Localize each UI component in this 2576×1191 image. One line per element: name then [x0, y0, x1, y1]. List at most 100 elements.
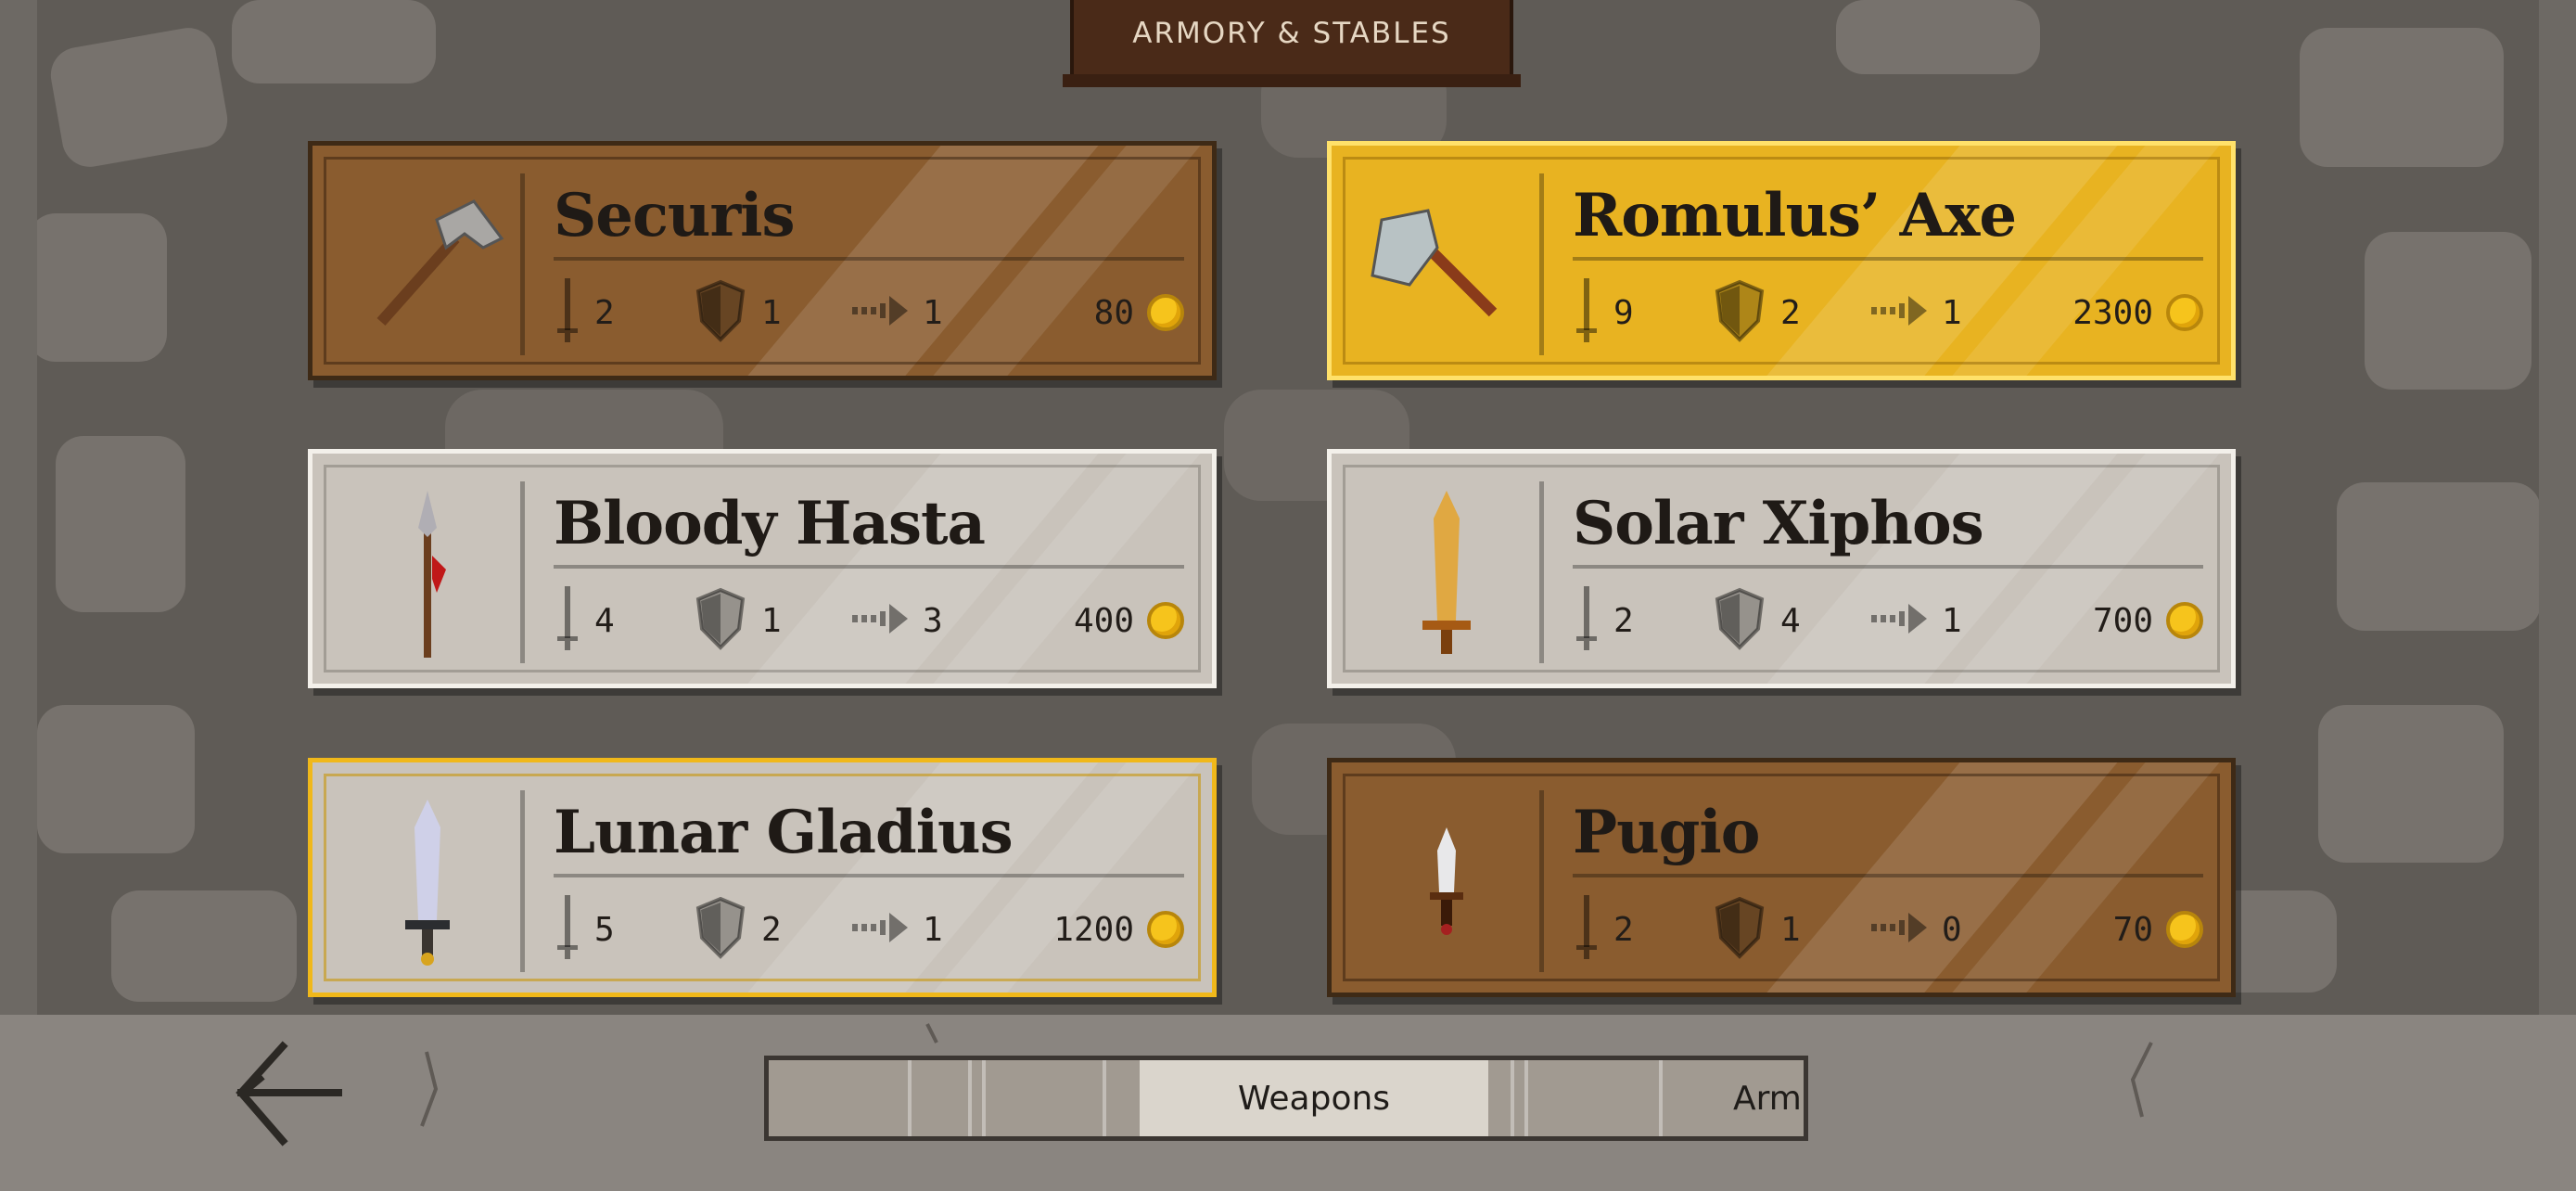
card-divider — [520, 481, 525, 663]
speed-stat: 1 — [850, 280, 943, 345]
shop-item-card[interactable]: Romulus’ Axe 9 2 1 2300 — [1327, 141, 2236, 380]
item-name: Solar Xiphos — [1573, 489, 1984, 558]
attack-stat: 2 — [1573, 586, 1634, 655]
arrow-icon — [1869, 600, 1929, 641]
tab-weapons[interactable]: Weapons — [1140, 1060, 1488, 1136]
attack-stat: 9 — [1573, 278, 1634, 345]
sword-icon — [1573, 586, 1600, 655]
tab-stripe — [1511, 1060, 1514, 1136]
gold-coin-icon — [2166, 294, 2203, 331]
attack-value: 9 — [1613, 293, 1634, 332]
tab-stripe — [982, 1060, 986, 1136]
speed-stat: 1 — [850, 897, 943, 962]
item-name: Romulus’ Axe — [1573, 181, 2017, 250]
name-underline — [554, 565, 1184, 569]
price: 70 — [2113, 897, 2203, 962]
item-stats: 4 1 3 400 — [554, 586, 1184, 655]
item-name: Pugio — [1573, 798, 1760, 867]
page-title: ARMORY & STABLES — [1132, 17, 1451, 50]
card-divider — [1539, 173, 1544, 355]
defense-value: 2 — [761, 910, 782, 949]
shop-item-card[interactable]: Pugio 2 1 0 70 — [1327, 758, 2236, 997]
speed-value: 0 — [1942, 910, 1962, 949]
item-stats: 2 1 0 70 — [1573, 895, 2203, 964]
name-underline — [1573, 874, 2203, 877]
shield-icon — [1712, 586, 1767, 655]
item-name: Lunar Gladius — [554, 798, 1014, 867]
sword-icon — [554, 895, 581, 964]
arrow-icon — [1869, 292, 1929, 333]
attack-value: 2 — [1613, 910, 1634, 949]
item-stats: 9 2 1 2300 — [1573, 278, 2203, 345]
item-name: Bloody Hasta — [554, 489, 986, 558]
price: 2300 — [2072, 280, 2203, 345]
price: 80 — [1094, 280, 1184, 345]
defense-stat: 1 — [693, 586, 782, 655]
tab-stripe — [1659, 1060, 1663, 1136]
price-value: 1200 — [1053, 910, 1134, 949]
name-underline — [1573, 257, 2203, 261]
shop-item-card[interactable]: Securis 2 1 1 80 — [308, 141, 1217, 380]
defense-stat: 1 — [1712, 895, 1801, 964]
gold-coin-icon — [1147, 602, 1184, 639]
shop-item-card[interactable]: Bloody Hasta 4 1 3 400 — [308, 449, 1217, 688]
attack-stat: 2 — [1573, 895, 1634, 964]
price-value: 700 — [2092, 601, 2153, 640]
defense-stat: 1 — [693, 278, 782, 347]
defense-value: 1 — [1780, 910, 1801, 949]
shield-icon — [693, 586, 748, 655]
back-arrow-icon — [236, 1041, 342, 1146]
gold-coin-icon — [2166, 602, 2203, 639]
defense-value: 1 — [761, 601, 782, 640]
name-underline — [1573, 565, 2203, 569]
name-underline — [554, 874, 1184, 877]
attack-value: 4 — [594, 601, 615, 640]
header-plaque: ARMORY & STABLES — [1063, 0, 1521, 87]
price-value: 70 — [2112, 910, 2153, 949]
item-name: Securis — [554, 181, 795, 250]
tab-armor[interactable]: Arm — [1733, 1060, 1804, 1136]
defense-stat: 2 — [1712, 279, 1801, 345]
shield-icon — [693, 895, 748, 964]
price-value: 2300 — [2072, 293, 2153, 332]
back-button[interactable] — [232, 1037, 352, 1148]
speed-value: 1 — [923, 910, 943, 949]
sword-icon — [1573, 895, 1600, 964]
attack-value: 5 — [594, 910, 615, 949]
shop-item-card[interactable]: Lunar Gladius 5 2 1 1200 — [308, 758, 1217, 997]
defense-value: 4 — [1780, 601, 1801, 640]
arrow-icon — [850, 909, 910, 950]
arrow-icon — [850, 600, 910, 641]
gold-coin-icon — [1147, 911, 1184, 948]
shield-icon — [1712, 895, 1767, 964]
attack-stat: 2 — [554, 278, 615, 345]
sword-icon — [554, 586, 581, 655]
axe-icon — [344, 183, 511, 350]
arrow-icon — [850, 292, 910, 333]
attack-value: 2 — [1613, 601, 1634, 640]
name-underline — [554, 257, 1184, 261]
speed-stat: 1 — [1869, 280, 1962, 345]
defense-value: 1 — [761, 293, 782, 332]
item-stats: 2 1 1 80 — [554, 278, 1184, 347]
item-stats: 2 4 1 700 — [1573, 586, 2203, 655]
tab-stripe — [908, 1060, 912, 1136]
attack-stat: 4 — [554, 586, 615, 655]
price: 1200 — [1053, 897, 1184, 962]
tab-stripe — [968, 1060, 972, 1136]
speed-value: 1 — [1942, 601, 1962, 640]
silver-sword-icon — [344, 800, 511, 967]
tab-stripe — [1524, 1060, 1528, 1136]
attack-value: 2 — [594, 293, 615, 332]
shield-icon — [693, 278, 748, 347]
arrow-icon — [1869, 909, 1929, 950]
card-divider — [1539, 790, 1544, 972]
price-value: 80 — [1093, 293, 1134, 332]
golden-sword-icon — [1363, 491, 1530, 658]
category-tabs[interactable]: Weapons Arm — [764, 1056, 1808, 1141]
price: 400 — [1074, 588, 1184, 653]
gold-coin-icon — [1147, 294, 1184, 331]
shop-item-card[interactable]: Solar Xiphos 2 4 1 700 — [1327, 449, 2236, 688]
battle-axe-icon — [1363, 183, 1530, 350]
item-stats: 5 2 1 1200 — [554, 895, 1184, 964]
